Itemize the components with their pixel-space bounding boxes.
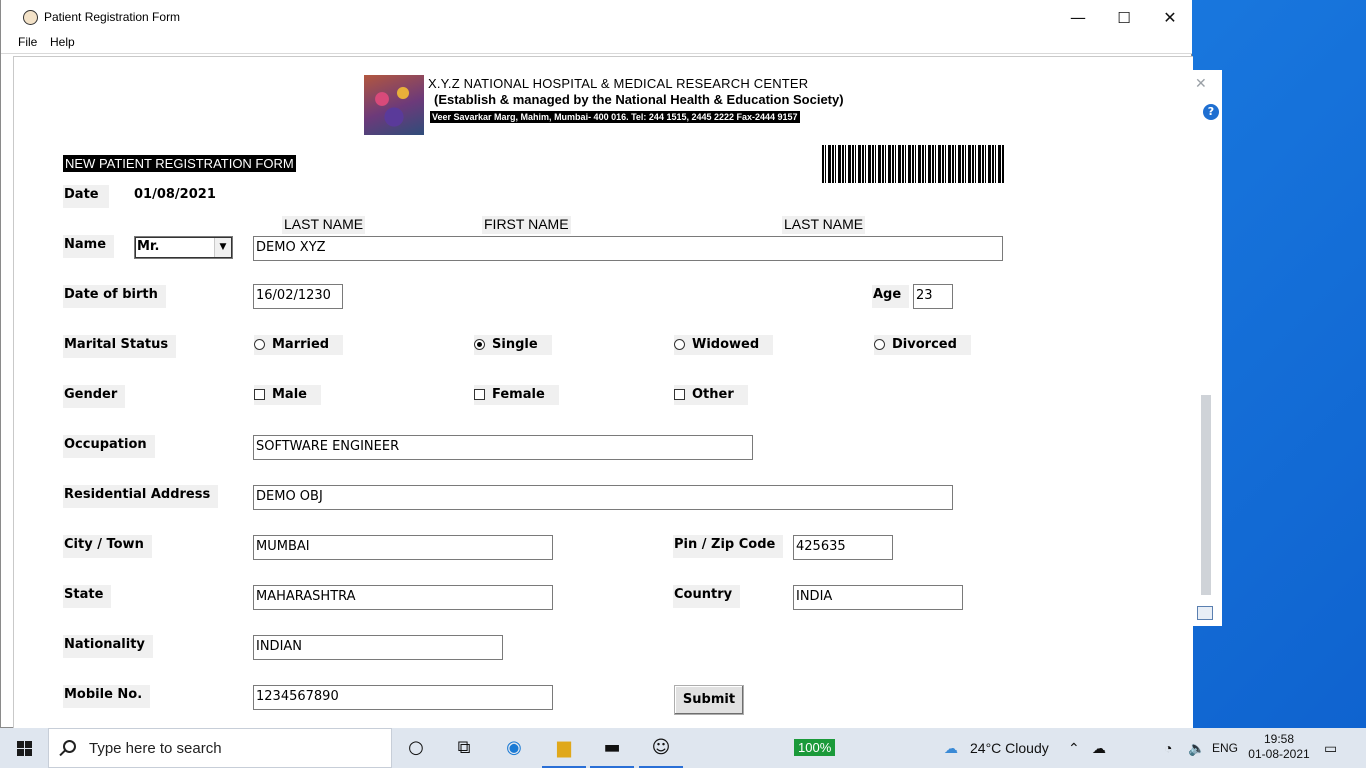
- radio-married[interactable]: Married: [254, 335, 344, 355]
- scrollbar[interactable]: [1201, 395, 1211, 595]
- radio-circle-icon: [254, 339, 265, 350]
- nationality-label: Nationality: [63, 635, 153, 658]
- pin-input[interactable]: 425635: [793, 535, 893, 560]
- menu-file[interactable]: File: [18, 35, 37, 49]
- clock-date: 01-08-2021: [1248, 747, 1310, 761]
- marital-status-label: Marital Status: [63, 335, 177, 358]
- checkbox-male-label: Male: [272, 387, 307, 402]
- radio-circle-icon: [874, 339, 885, 350]
- name-input[interactable]: DEMO XYZ: [253, 236, 1003, 261]
- gender-label: Gender: [63, 385, 126, 408]
- mobile-label: Mobile No.: [63, 685, 151, 708]
- menu-help[interactable]: Help: [50, 35, 75, 49]
- form-area: X.Y.Z NATIONAL HOSPITAL & MEDICAL RESEAR…: [13, 56, 1193, 728]
- minimize-button[interactable]: —: [1055, 4, 1101, 32]
- first-name-header: FIRST NAME: [482, 216, 571, 234]
- radio-married-label: Married: [272, 337, 330, 352]
- taskbar-search[interactable]: Type here to search: [48, 728, 392, 768]
- wifi-icon[interactable]: ◔: [1164, 740, 1172, 756]
- dob-input[interactable]: 16/02/1230: [253, 284, 343, 309]
- title-bar[interactable]: Patient Registration Form — ☐ ✕: [1, 0, 1192, 34]
- checkbox-icon: [254, 389, 265, 400]
- hospital-logo: [364, 75, 424, 135]
- radio-selected-icon: [474, 339, 485, 350]
- name-label: Name: [63, 235, 115, 258]
- weather-text[interactable]: 24°C Cloudy: [970, 740, 1049, 756]
- background-window[interactable]: ✕ ?: [1188, 70, 1222, 626]
- age-input[interactable]: 23: [913, 284, 953, 309]
- chevron-up-icon[interactable]: ⌃: [1068, 740, 1080, 757]
- windows-start-button[interactable]: [0, 728, 48, 768]
- address-label: Residential Address: [63, 485, 219, 508]
- last-name-header: LAST NAME: [282, 216, 366, 234]
- occupation-input[interactable]: SOFTWARE ENGINEER: [253, 435, 753, 460]
- dob-label: Date of birth: [63, 285, 166, 308]
- weather-icon[interactable]: ☁: [944, 740, 958, 757]
- file-explorer-icon[interactable]: ▆: [540, 728, 588, 768]
- search-icon: [63, 740, 76, 753]
- form-title: NEW PATIENT REGISTRATION FORM: [63, 155, 296, 172]
- last-name-header-2: LAST NAME: [782, 216, 866, 234]
- country-input[interactable]: INDIA: [793, 585, 963, 610]
- city-label: City / Town: [63, 535, 152, 558]
- radio-single-label: Single: [492, 337, 538, 352]
- nationality-input[interactable]: INDIAN: [253, 635, 503, 660]
- notification-icon[interactable]: ▭: [1324, 740, 1337, 757]
- date-value: 01/08/2021: [134, 187, 216, 202]
- window-title: Patient Registration Form: [44, 10, 181, 24]
- country-label: Country: [673, 585, 741, 608]
- date-label: Date: [63, 185, 109, 208]
- battery-indicator[interactable]: 100%: [794, 739, 836, 756]
- close-icon[interactable]: ✕: [1195, 76, 1207, 92]
- hospital-address: Veer Savarkar Marg, Mahim, Mumbai- 400 0…: [430, 111, 800, 123]
- radio-divorced[interactable]: Divorced: [874, 335, 971, 355]
- cortana-icon[interactable]: ○: [392, 728, 440, 768]
- onedrive-icon[interactable]: ☁: [1092, 740, 1106, 757]
- terminal-icon[interactable]: ▬: [588, 728, 636, 768]
- clock[interactable]: 19:58 01-08-2021: [1244, 732, 1314, 762]
- checkbox-icon: [674, 389, 685, 400]
- checkbox-male[interactable]: Male: [254, 385, 321, 405]
- checkbox-female[interactable]: Female: [474, 385, 559, 405]
- submit-button[interactable]: Submit: [674, 685, 744, 715]
- age-label: Age: [872, 285, 910, 308]
- menu-bar: File Help: [1, 34, 1192, 54]
- state-label: State: [63, 585, 112, 608]
- help-icon[interactable]: ?: [1203, 104, 1219, 120]
- checkbox-female-label: Female: [492, 387, 545, 402]
- hospital-subtitle: (Establish & managed by the National Hea…: [434, 92, 844, 107]
- radio-divorced-label: Divorced: [892, 337, 957, 352]
- checkbox-icon: [474, 389, 485, 400]
- task-view-icon[interactable]: ⧉: [440, 728, 488, 768]
- pin-label: Pin / Zip Code: [673, 535, 784, 558]
- clock-time: 19:58: [1263, 732, 1295, 746]
- radio-single[interactable]: Single: [474, 335, 552, 355]
- taskbar: Type here to search ○ ⧉ ◉ ▆ ▬ ☺ 100% ☁ 2…: [0, 728, 1366, 768]
- checkbox-other[interactable]: Other: [674, 385, 748, 405]
- search-placeholder: Type here to search: [89, 740, 222, 757]
- maximize-button[interactable]: ☐: [1101, 4, 1147, 32]
- chevron-down-icon[interactable]: ▼: [214, 238, 231, 257]
- window-thumbnail-icon: [1197, 606, 1213, 620]
- close-button[interactable]: ✕: [1147, 4, 1193, 32]
- edge-browser-icon[interactable]: ◉: [490, 728, 538, 768]
- city-input[interactable]: MUMBAI: [253, 535, 553, 560]
- occupation-label: Occupation: [63, 435, 155, 458]
- salutation-value: Mr.: [137, 239, 160, 254]
- language-indicator[interactable]: ENG: [1212, 741, 1238, 755]
- patient-app-taskbar-icon[interactable]: ☺: [637, 728, 685, 768]
- app-icon: [23, 10, 38, 25]
- volume-icon[interactable]: 🔈: [1188, 740, 1205, 757]
- hospital-name: X.Y.Z NATIONAL HOSPITAL & MEDICAL RESEAR…: [428, 76, 809, 91]
- radio-circle-icon: [674, 339, 685, 350]
- mobile-input[interactable]: 1234567890: [253, 685, 553, 710]
- patient-registration-window: Patient Registration Form — ☐ ✕ File Hel…: [0, 0, 1193, 728]
- address-input[interactable]: DEMO OBJ: [253, 485, 953, 510]
- checkbox-other-label: Other: [692, 387, 734, 402]
- barcode: [822, 145, 1004, 183]
- salutation-select[interactable]: Mr. ▼: [134, 236, 233, 259]
- radio-widowed-label: Widowed: [692, 337, 760, 352]
- radio-widowed[interactable]: Widowed: [674, 335, 774, 355]
- state-input[interactable]: MAHARASHTRA: [253, 585, 553, 610]
